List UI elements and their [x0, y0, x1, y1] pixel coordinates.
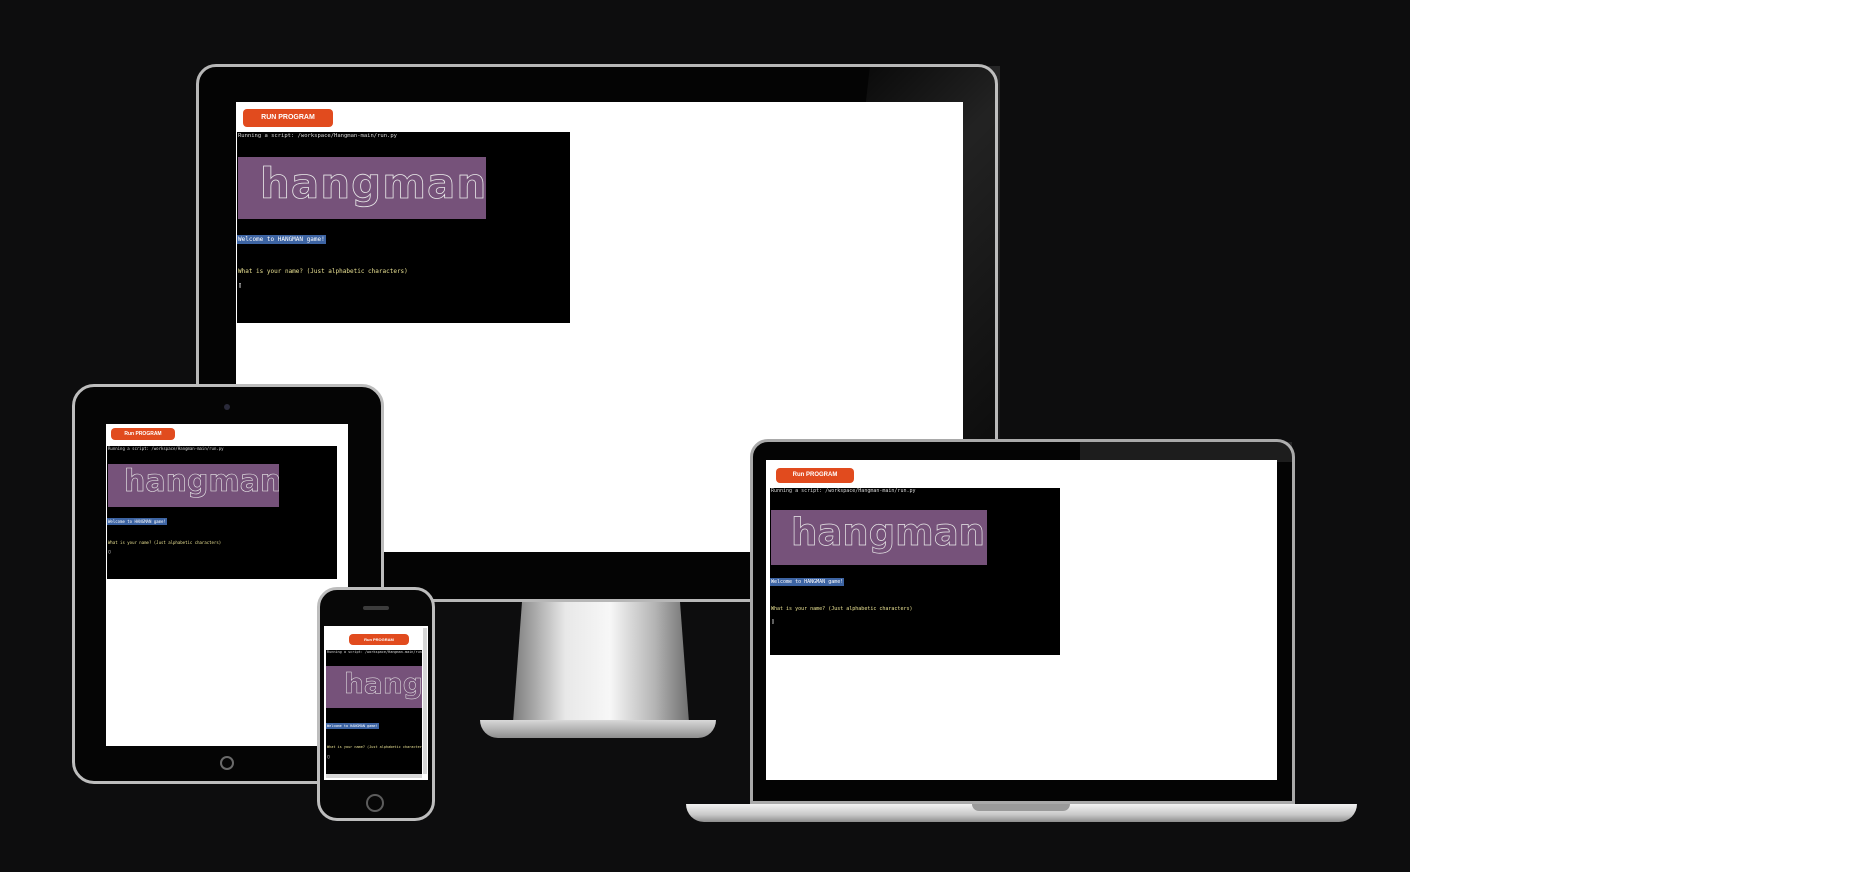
vertical-scrollbar[interactable] [423, 628, 427, 774]
terminal[interactable]: Running a script: /workspace/Hangman-mai… [326, 650, 422, 774]
run-program-button[interactable]: Run PROGRAM [349, 634, 409, 645]
hangman-banner-text: hangman [260, 159, 486, 209]
run-program-button[interactable]: Run PROGRAM [776, 468, 854, 483]
hangman-banner: hangman [771, 510, 987, 565]
tablet-camera [224, 404, 230, 410]
phone-speaker [363, 606, 389, 610]
horizontal-scrollbar[interactable] [326, 774, 422, 778]
phone-screen: Run PROGRAM Running a script: /workspace… [324, 626, 428, 780]
run-program-button[interactable]: RUN PROGRAM [243, 109, 333, 127]
tablet-home-button [220, 756, 234, 770]
terminal[interactable]: Running a script: /workspace/Hangman-mai… [770, 488, 1060, 655]
name-prompt: What is your name? (Just alphabetic char… [108, 540, 222, 545]
terminal-running-line: Running a script: /workspace/Hangman-mai… [327, 650, 422, 654]
name-prompt: What is your name? (Just alphabetic char… [771, 606, 913, 612]
run-program-button[interactable]: Run PROGRAM [111, 428, 175, 440]
hangman-banner: hangman [326, 666, 422, 708]
welcome-message: Welcome to HANGMAN game! [237, 235, 326, 244]
input-cursor[interactable]: ▯ [771, 618, 775, 625]
terminal[interactable]: Running a script: /workspace/Hangman-mai… [237, 132, 570, 323]
welcome-message: Welcome to HANGMAN game! [107, 518, 167, 525]
terminal-running-line: Running a script: /workspace/Hangman-mai… [238, 133, 397, 139]
name-prompt: What is your name? (Just alphabetic char… [238, 268, 408, 275]
tablet-screen: Run PROGRAM Running a script: /workspace… [106, 424, 348, 746]
hangman-banner: hangman [108, 464, 279, 507]
welcome-message: Welcome to HANGMAN game! [770, 578, 845, 586]
welcome-message: Welcome to HANGMAN game! [326, 723, 379, 729]
laptop-notch [972, 804, 1070, 811]
input-cursor[interactable]: ▯ [108, 549, 111, 555]
hangman-banner: hangman [238, 157, 486, 219]
terminal[interactable]: Running a script: /workspace/Hangman-mai… [107, 446, 337, 579]
name-prompt: What is your name? (Just alphabetic char… [327, 745, 422, 749]
device-mockup-backdrop: RUN PROGRAM Running a script: /workspace… [0, 0, 1410, 872]
phone-home-button [366, 794, 384, 812]
monitor-stand [512, 602, 690, 736]
hangman-banner-text: hangman [791, 511, 986, 555]
monitor-stand-base [480, 720, 716, 738]
hangman-banner-text: hangman [344, 667, 422, 701]
laptop-glare [1080, 442, 1292, 462]
terminal-running-line: Running a script: /workspace/Hangman-mai… [108, 446, 224, 451]
laptop-screen: Run PROGRAM Running a script: /workspace… [766, 460, 1277, 780]
hangman-banner-text: hangman [124, 464, 279, 499]
terminal-running-line: Running a script: /workspace/Hangman-mai… [771, 488, 916, 494]
input-cursor[interactable]: ▯ [238, 281, 242, 289]
input-cursor[interactable]: ▯ [327, 754, 330, 760]
